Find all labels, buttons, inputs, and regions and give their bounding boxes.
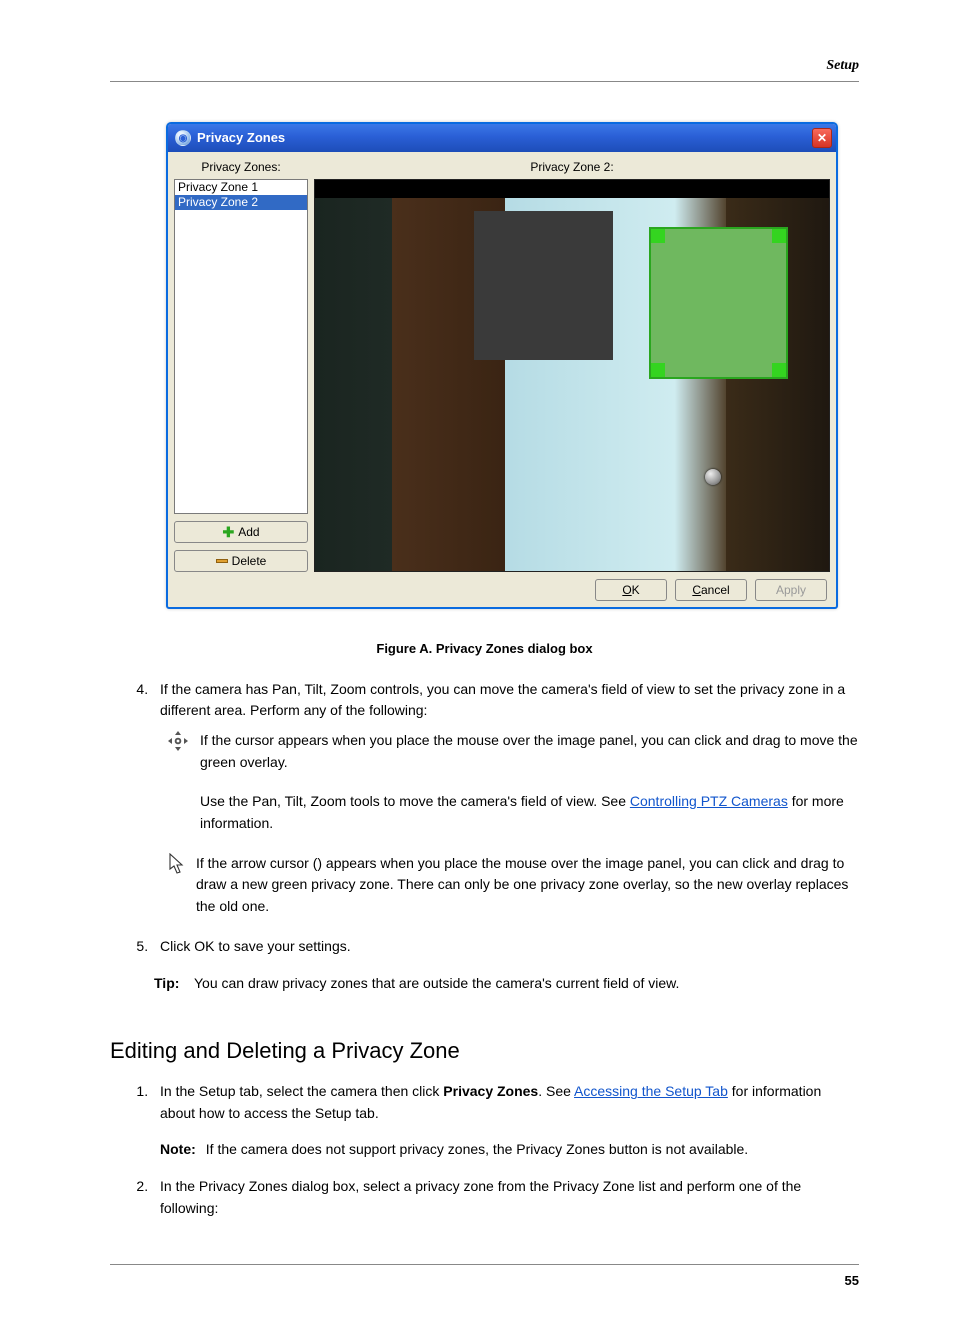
plus-icon: ✚ (222, 522, 234, 543)
add-button[interactable]: ✚ Add (174, 521, 308, 543)
zone-item-1[interactable]: Privacy Zone 1 (175, 180, 307, 195)
move-cursor-icon (168, 731, 188, 751)
edit-step-1: In the Setup tab, select the camera then… (152, 1081, 859, 1160)
ok-button[interactable]: OK (595, 579, 667, 601)
delete-button[interactable]: Delete (174, 550, 308, 572)
ptz-link[interactable]: Controlling PTZ Cameras (630, 793, 788, 809)
page-footer: 55 (110, 1264, 859, 1291)
section-heading: Editing and Deleting a Privacy Zone (110, 1034, 859, 1067)
zone-list[interactable]: Privacy Zone 1 Privacy Zone 2 (174, 179, 308, 514)
resize-handle-br[interactable] (772, 363, 786, 377)
privacy-zone-overlay[interactable] (649, 227, 788, 379)
tip-block: Tip: You can draw privacy zones that are… (154, 973, 859, 994)
step-5: Click OK to save your settings. (152, 936, 859, 958)
page-header-section: Setup (110, 55, 859, 82)
resize-handle-tl[interactable] (651, 229, 665, 243)
zone-item-2[interactable]: Privacy Zone 2 (175, 195, 307, 210)
cancel-button[interactable]: Cancel (675, 579, 747, 601)
preview-label: Privacy Zone 2: (314, 158, 830, 176)
apply-button: Apply (755, 579, 827, 601)
close-icon[interactable]: ✕ (812, 128, 832, 148)
resize-handle-bl[interactable] (651, 363, 665, 377)
step-4: If the camera has Pan, Tilt, Zoom contro… (152, 679, 859, 918)
edit-step-2: In the Privacy Zones dialog box, select … (152, 1176, 859, 1219)
privacy-zone-mask-1 (474, 211, 613, 360)
setup-tab-link[interactable]: Accessing the Setup Tab (574, 1083, 728, 1099)
arrow-cursor-icon (168, 853, 184, 875)
video-preview[interactable] (314, 179, 830, 572)
dialog-title: Privacy Zones (197, 128, 285, 148)
privacy-zones-dialog: ◉ Privacy Zones ✕ Privacy Zones: Privacy… (166, 122, 838, 609)
minus-icon (216, 559, 228, 563)
app-icon: ◉ (175, 130, 191, 146)
dialog-titlebar: ◉ Privacy Zones ✕ (168, 124, 836, 152)
figure-caption: Figure A. Privacy Zones dialog box (110, 639, 859, 659)
zone-list-label: Privacy Zones: (174, 158, 308, 176)
resize-handle-tr[interactable] (772, 229, 786, 243)
